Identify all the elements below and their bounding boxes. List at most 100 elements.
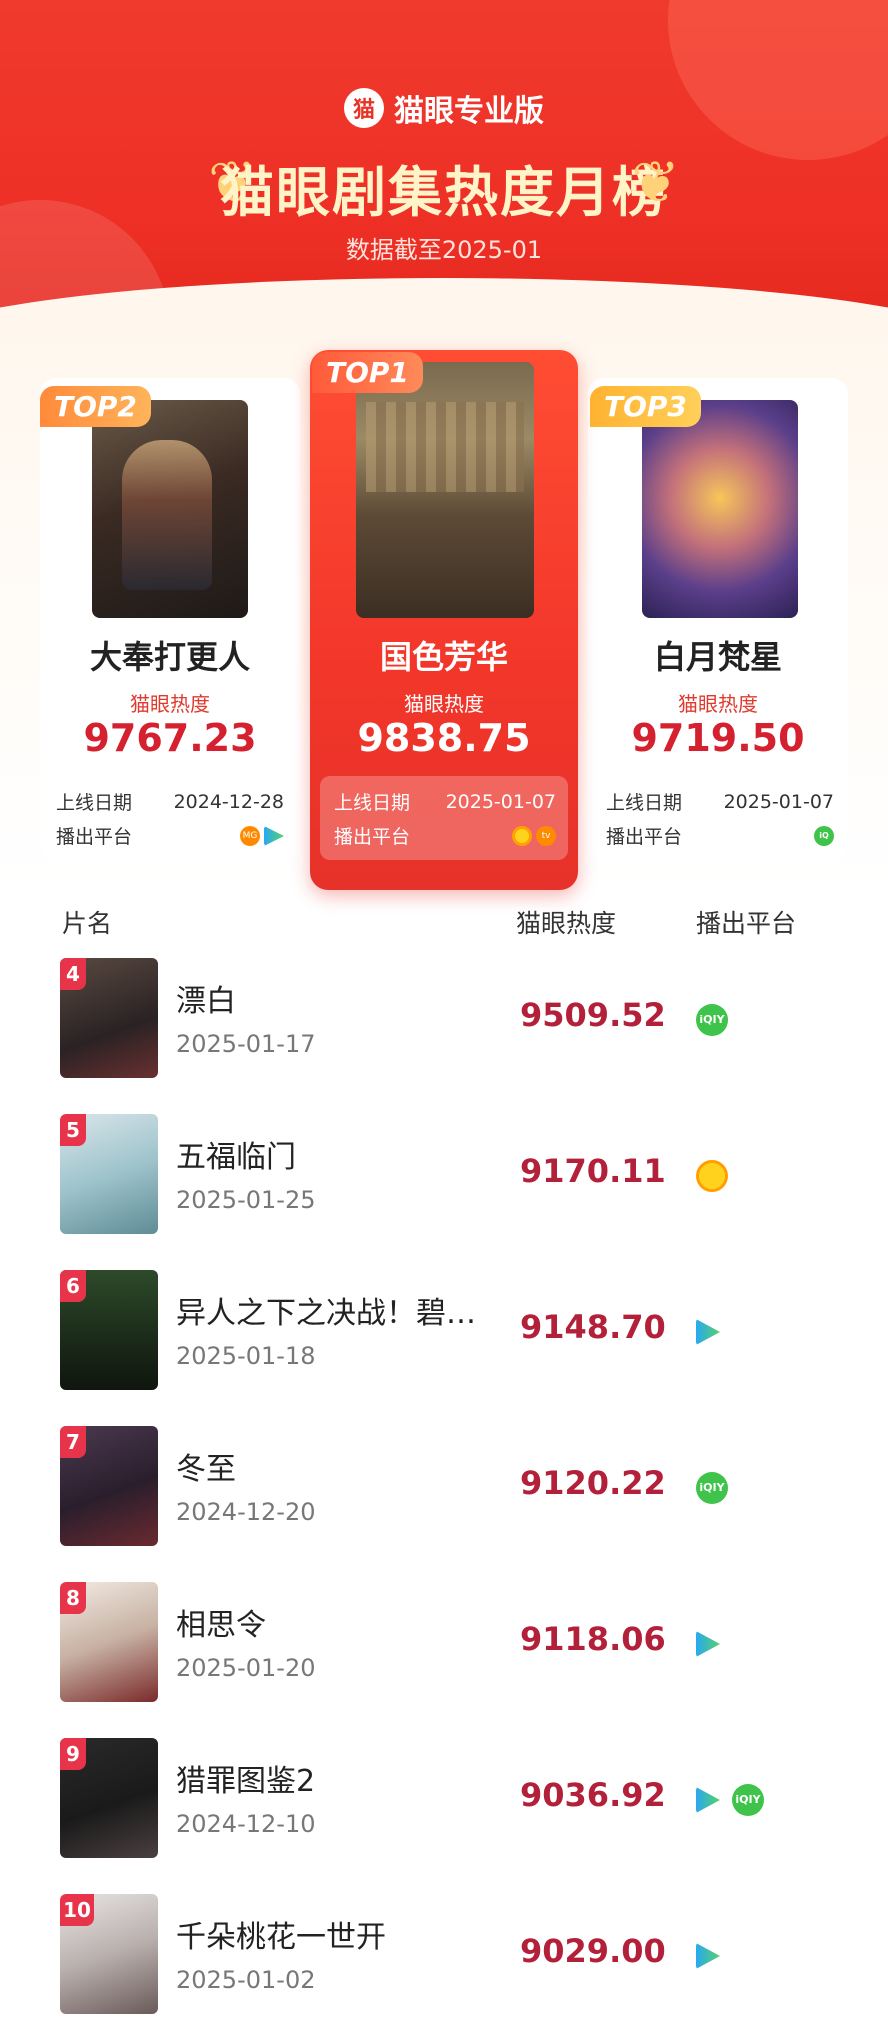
top3-heat: 9719.50	[631, 716, 805, 760]
list-item[interactable]: 7 冬至 2024-12-20 9120.22 iQIY	[0, 1426, 888, 1582]
release-date: 2024-12-20	[176, 1498, 316, 1526]
page-title: 猫眼剧集热度月榜	[220, 161, 668, 224]
header-banner: 猫 猫眼专业版 ❦ 猫眼剧集热度月榜 ❦ 数据截至2025-01	[0, 0, 888, 320]
poster-thumb[interactable]: 7	[60, 1426, 158, 1546]
top3-title: 白月梵星	[653, 638, 782, 676]
list-item[interactable]: 4 漂白 2025-01-17 9509.52 iQIY	[0, 958, 888, 1114]
platform-label: 播出平台	[334, 826, 411, 848]
iqiyi-icon: iQIY	[696, 1472, 728, 1504]
col-title-heat: 猫眼热度	[516, 909, 617, 938]
list-item[interactable]: 8 相思令 2025-01-20 9118.06	[0, 1582, 888, 1738]
list-item[interactable]: 10 千朵桃花一世开 2025-01-02 9029.00	[0, 1894, 888, 2043]
release-label: 上线日期	[606, 792, 683, 814]
release-date: 2025-01-17	[176, 1030, 316, 1058]
top2-title: 大奉打更人	[89, 638, 250, 676]
top2-release-row: 上线日期 2024-12-28	[56, 788, 284, 815]
rank-badge: 4	[60, 958, 86, 990]
top2-platform-row: 播出平台 MG	[56, 822, 284, 849]
heat-value: 9029.00	[520, 1932, 666, 1970]
platform-icons	[696, 1628, 720, 1657]
show-title: 异人之下之决战！碧…	[176, 1296, 476, 1331]
maoyan-cat-icon: 猫	[344, 88, 384, 128]
heat-value: 9118.06	[520, 1620, 666, 1658]
top1-poster[interactable]	[356, 362, 534, 618]
top3-platform-row: 播出平台 iQ	[606, 822, 834, 849]
tencent-video-icon	[264, 826, 284, 846]
release-date: 2025-01-18	[176, 1342, 316, 1370]
top2-heat-label: 猫眼热度	[130, 692, 210, 716]
rank-badge: 7	[60, 1426, 86, 1458]
poster-thumb[interactable]: 10	[60, 1894, 158, 2014]
rank-badge: 9	[60, 1738, 86, 1770]
col-title-name: 片名	[62, 909, 113, 938]
poster-thumb[interactable]: 4	[60, 958, 158, 1078]
platform-icons: tv	[508, 825, 556, 847]
iqiyi-icon: iQIY	[732, 1784, 764, 1816]
poster-scene	[366, 402, 524, 492]
show-title: 相思令	[176, 1608, 266, 1643]
decor-bubble	[668, 0, 888, 160]
poster-thumb[interactable]: 8	[60, 1582, 158, 1702]
platform-icons: iQIY	[696, 1004, 728, 1036]
top1-heat: 9838.75	[357, 716, 531, 760]
mgtv-icon: MG	[240, 826, 260, 846]
platform-label: 播出平台	[56, 826, 133, 848]
platform-icons: iQIY	[696, 1472, 728, 1504]
brand-logo: 猫 猫眼专业版	[0, 86, 888, 130]
list-item[interactable]: 5 五福临门 2025-01-25 9170.11	[0, 1114, 888, 1270]
rank-badge: 6	[60, 1270, 86, 1302]
top1-platform-row: 播出平台 tv	[334, 822, 556, 849]
mango-tv-icon	[512, 826, 532, 846]
platform-icons: iQIY	[696, 1784, 764, 1816]
top3-release-row: 上线日期 2025-01-07	[606, 788, 834, 815]
release-date: 2025-01-07	[445, 790, 556, 813]
mango-tv-icon	[696, 1160, 728, 1192]
iqiyi-icon: iQIY	[696, 1004, 728, 1036]
tencent-video-icon	[696, 1631, 720, 1657]
rank-badge: 8	[60, 1582, 86, 1614]
platform-icons	[696, 1940, 720, 1969]
release-date: 2024-12-28	[173, 790, 284, 813]
tencent-video-icon	[696, 1787, 720, 1813]
platform-icons: iQ	[810, 825, 834, 847]
top3-heat-label: 猫眼热度	[678, 692, 758, 716]
show-title: 冬至	[176, 1452, 236, 1487]
poster-thumb[interactable]: 9	[60, 1738, 158, 1858]
platform-icons	[696, 1160, 728, 1192]
show-title: 漂白	[176, 984, 236, 1019]
release-date: 2024-12-10	[176, 1810, 316, 1838]
top3-poster[interactable]	[642, 400, 798, 618]
poster-thumb[interactable]: 6	[60, 1270, 158, 1390]
heat-value: 9148.70	[520, 1308, 666, 1346]
laurel-right-icon: ❦	[631, 148, 680, 216]
heat-value: 9036.92	[520, 1776, 666, 1814]
show-title: 五福临门	[176, 1140, 296, 1175]
show-title: 千朵桃花一世开	[176, 1920, 386, 1955]
poster-figure	[122, 440, 212, 590]
release-date: 2025-01-20	[176, 1654, 316, 1682]
col-title-platform: 播出平台	[696, 909, 797, 938]
show-title: 猎罪图鉴2	[176, 1764, 316, 1799]
release-date: 2025-01-25	[176, 1186, 316, 1214]
release-date: 2025-01-02	[176, 1966, 316, 1994]
data-cutoff-text: 数据截至2025-01	[345, 236, 543, 264]
rank-badge: 10	[60, 1894, 94, 1926]
heat-value: 9170.11	[520, 1152, 666, 1190]
poster-thumb[interactable]: 5	[60, 1114, 158, 1234]
tencent-video-icon	[696, 1943, 720, 1969]
release-label: 上线日期	[56, 792, 133, 814]
mgtv-icon: tv	[536, 826, 556, 846]
list-item[interactable]: 6 异人之下之决战！碧… 2025-01-18 9148.70	[0, 1270, 888, 1426]
top3-badge: TOP3	[590, 386, 701, 427]
tencent-video-icon	[696, 1319, 720, 1345]
heat-value: 9120.22	[520, 1464, 666, 1502]
top2-poster[interactable]	[92, 400, 248, 618]
top1-badge: TOP1	[312, 352, 423, 393]
list-item[interactable]: 9 猎罪图鉴2 2024-12-10 9036.92 iQIY	[0, 1738, 888, 1894]
iqiyi-icon: iQ	[814, 826, 834, 846]
release-date: 2025-01-07	[723, 790, 834, 813]
top1-title: 国色芳华	[379, 638, 508, 676]
brand-name: 猫眼专业版	[394, 94, 544, 129]
rank-badge: 5	[60, 1114, 86, 1146]
platform-icons: MG	[236, 825, 284, 847]
